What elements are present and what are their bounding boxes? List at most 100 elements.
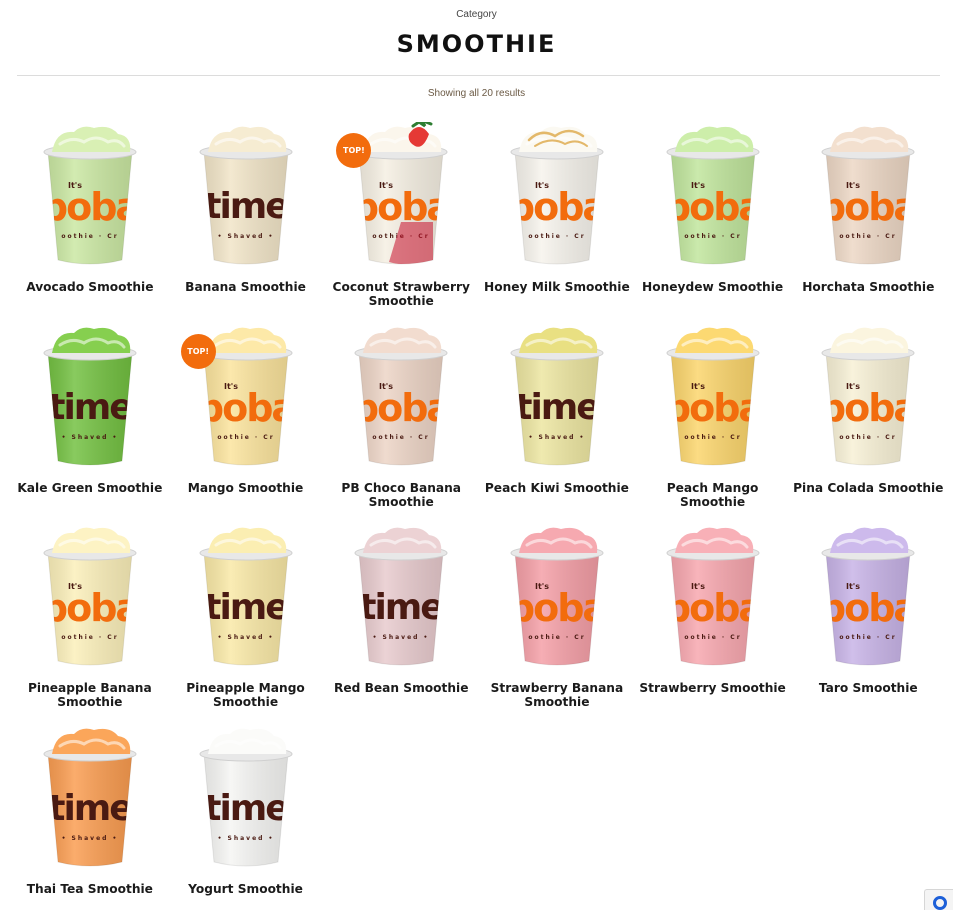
product-card[interactable]: time • Shaved • Thai Tea Smoothie bbox=[12, 720, 168, 920]
product-card[interactable]: boba It's oothie · Cr PB Choco Banana Sm… bbox=[323, 319, 479, 520]
product-name[interactable]: Peach Kiwi Smoothie bbox=[481, 481, 633, 495]
svg-text:boba: boba bbox=[352, 386, 450, 430]
product-name[interactable]: Pina Colada Smoothie bbox=[792, 481, 944, 495]
product-card[interactable]: time • Shaved • Red Bean Smoothie bbox=[323, 519, 479, 720]
product-name[interactable]: Pineapple Mango Smoothie bbox=[170, 681, 322, 709]
svg-text:boba: boba bbox=[41, 185, 139, 229]
product-name[interactable]: Coconut Strawberry Smoothie bbox=[325, 280, 477, 308]
product-name[interactable]: Strawberry Banana Smoothie bbox=[481, 681, 633, 709]
smoothie-cup-image[interactable]: boba It's oothie · Cr bbox=[816, 323, 920, 471]
product-card[interactable]: TOP! boba It's oothie · Cr Coconut Straw… bbox=[323, 118, 479, 319]
svg-text:oothie · Cr: oothie · Cr bbox=[684, 434, 741, 441]
product-card[interactable]: time • Shaved • Pineapple Mango Smoothie bbox=[168, 519, 324, 720]
smoothie-cup-image[interactable]: time • Shaved • bbox=[349, 523, 453, 671]
smoothie-cup-image[interactable]: boba It's oothie · Cr bbox=[38, 523, 142, 671]
product-name[interactable]: Strawberry Smoothie bbox=[637, 681, 789, 695]
product-name[interactable]: Yogurt Smoothie bbox=[170, 882, 322, 896]
product-name[interactable]: Banana Smoothie bbox=[170, 280, 322, 294]
smoothie-cup-image[interactable]: boba It's oothie · Cr bbox=[505, 523, 609, 671]
smoothie-cup-image[interactable]: time • Shaved • bbox=[38, 724, 142, 872]
svg-text:• Shaved •: • Shaved • bbox=[217, 634, 274, 641]
svg-text:• Shaved •: • Shaved • bbox=[61, 835, 118, 842]
smoothie-cup-image[interactable]: boba It's oothie · Cr bbox=[349, 323, 453, 471]
svg-text:It's: It's bbox=[535, 582, 549, 591]
product-name[interactable]: Peach Mango Smoothie bbox=[637, 481, 789, 509]
svg-text:• Shaved •: • Shaved • bbox=[529, 434, 586, 441]
svg-text:boba: boba bbox=[41, 586, 139, 630]
product-card[interactable]: time • Shaved • Kale Green Smoothie bbox=[12, 319, 168, 520]
product-name[interactable]: Avocado Smoothie bbox=[14, 280, 166, 294]
svg-text:oothie · Cr: oothie · Cr bbox=[528, 634, 585, 641]
svg-text:It's: It's bbox=[846, 382, 860, 391]
svg-text:time: time bbox=[204, 788, 288, 829]
svg-text:boba: boba bbox=[196, 386, 294, 430]
product-card[interactable]: boba It's oothie · Cr Honey Milk Smoothi… bbox=[479, 118, 635, 319]
product-name[interactable]: Horchata Smoothie bbox=[792, 280, 944, 294]
product-name[interactable]: Taro Smoothie bbox=[792, 681, 944, 695]
smoothie-cup-image[interactable]: boba It's oothie · Cr bbox=[505, 122, 609, 270]
product-card[interactable]: boba It's oothie · Cr Peach Mango Smooth… bbox=[635, 319, 791, 520]
product-card[interactable]: boba It's oothie · Cr Taro Smoothie bbox=[790, 519, 946, 720]
smoothie-cup-image[interactable]: boba It's oothie · Cr bbox=[661, 122, 765, 270]
svg-text:time: time bbox=[515, 387, 599, 428]
smoothie-cup-image[interactable]: time • Shaved • bbox=[38, 323, 142, 471]
product-name[interactable]: Honeydew Smoothie bbox=[637, 280, 789, 294]
svg-text:oothie · Cr: oothie · Cr bbox=[840, 233, 897, 240]
recaptcha-icon[interactable] bbox=[924, 889, 953, 910]
product-name[interactable]: Kale Green Smoothie bbox=[14, 481, 166, 495]
svg-text:It's: It's bbox=[846, 582, 860, 591]
product-card[interactable]: boba It's oothie · Cr Strawberry Banana … bbox=[479, 519, 635, 720]
product-card[interactable]: boba It's oothie · Cr Pina Colada Smooth… bbox=[790, 319, 946, 520]
product-card[interactable]: boba It's oothie · Cr Horchata Smoothie bbox=[790, 118, 946, 319]
svg-text:• Shaved •: • Shaved • bbox=[373, 634, 430, 641]
svg-text:oothie · Cr: oothie · Cr bbox=[684, 634, 741, 641]
svg-text:It's: It's bbox=[379, 181, 393, 190]
svg-text:boba: boba bbox=[664, 185, 762, 229]
product-card[interactable]: time • Shaved • Peach Kiwi Smoothie bbox=[479, 319, 635, 520]
svg-text:time: time bbox=[204, 587, 288, 628]
smoothie-cup-image[interactable]: boba It's oothie · Cr bbox=[816, 122, 920, 270]
product-card[interactable]: boba It's oothie · Cr Honeydew Smoothie bbox=[635, 118, 791, 319]
smoothie-cup-image[interactable]: time • Shaved • bbox=[194, 122, 298, 270]
smoothie-cup-image[interactable]: time • Shaved • bbox=[194, 523, 298, 671]
svg-text:It's: It's bbox=[379, 382, 393, 391]
svg-text:It's: It's bbox=[691, 181, 705, 190]
product-card[interactable]: boba It's oothie · Cr Pineapple Banana S… bbox=[12, 519, 168, 720]
svg-text:oothie · Cr: oothie · Cr bbox=[840, 434, 897, 441]
product-name[interactable]: Pineapple Banana Smoothie bbox=[14, 681, 166, 709]
product-card[interactable]: boba It's oothie · Cr Strawberry Smoothi… bbox=[635, 519, 791, 720]
smoothie-cup-image[interactable]: time • Shaved • bbox=[505, 323, 609, 471]
product-name[interactable]: Honey Milk Smoothie bbox=[481, 280, 633, 294]
product-name[interactable]: Mango Smoothie bbox=[170, 481, 322, 495]
svg-text:It's: It's bbox=[691, 382, 705, 391]
header-divider bbox=[17, 75, 940, 76]
product-card[interactable]: TOP! boba It's oothie · Cr Mango Smoothi… bbox=[168, 319, 324, 520]
svg-text:oothie · Cr: oothie · Cr bbox=[217, 434, 274, 441]
product-name[interactable]: Thai Tea Smoothie bbox=[14, 882, 166, 896]
product-card[interactable]: time • Shaved • Banana Smoothie bbox=[168, 118, 324, 319]
product-name[interactable]: PB Choco Banana Smoothie bbox=[325, 481, 477, 509]
product-name[interactable]: Red Bean Smoothie bbox=[325, 681, 477, 695]
svg-text:It's: It's bbox=[846, 181, 860, 190]
product-card[interactable]: boba It's oothie · Cr Avocado Smoothie bbox=[12, 118, 168, 319]
category-eyebrow: Category bbox=[0, 9, 953, 20]
product-card[interactable]: time • Shaved • Yogurt Smoothie bbox=[168, 720, 324, 920]
svg-text:oothie · Cr: oothie · Cr bbox=[528, 233, 585, 240]
page-title: SMOOTHIE bbox=[0, 30, 953, 58]
smoothie-cup-image[interactable]: boba It's oothie · Cr bbox=[661, 523, 765, 671]
svg-text:oothie · Cr: oothie · Cr bbox=[61, 233, 118, 240]
smoothie-cup-image[interactable]: boba It's oothie · Cr bbox=[38, 122, 142, 270]
smoothie-cup-image[interactable]: boba It's oothie · Cr bbox=[661, 323, 765, 471]
top-badge: TOP! bbox=[181, 334, 216, 369]
svg-text:oothie · Cr: oothie · Cr bbox=[61, 634, 118, 641]
svg-text:oothie · Cr: oothie · Cr bbox=[684, 233, 741, 240]
svg-text:It's: It's bbox=[535, 181, 549, 190]
svg-text:boba: boba bbox=[819, 386, 917, 430]
svg-text:It's: It's bbox=[68, 181, 82, 190]
svg-text:boba: boba bbox=[664, 586, 762, 630]
svg-text:• Shaved •: • Shaved • bbox=[217, 233, 274, 240]
svg-text:boba: boba bbox=[664, 386, 762, 430]
smoothie-cup-image[interactable]: boba It's oothie · Cr bbox=[816, 523, 920, 671]
results-count: Showing all 20 results bbox=[0, 88, 953, 99]
smoothie-cup-image[interactable]: time • Shaved • bbox=[194, 724, 298, 872]
